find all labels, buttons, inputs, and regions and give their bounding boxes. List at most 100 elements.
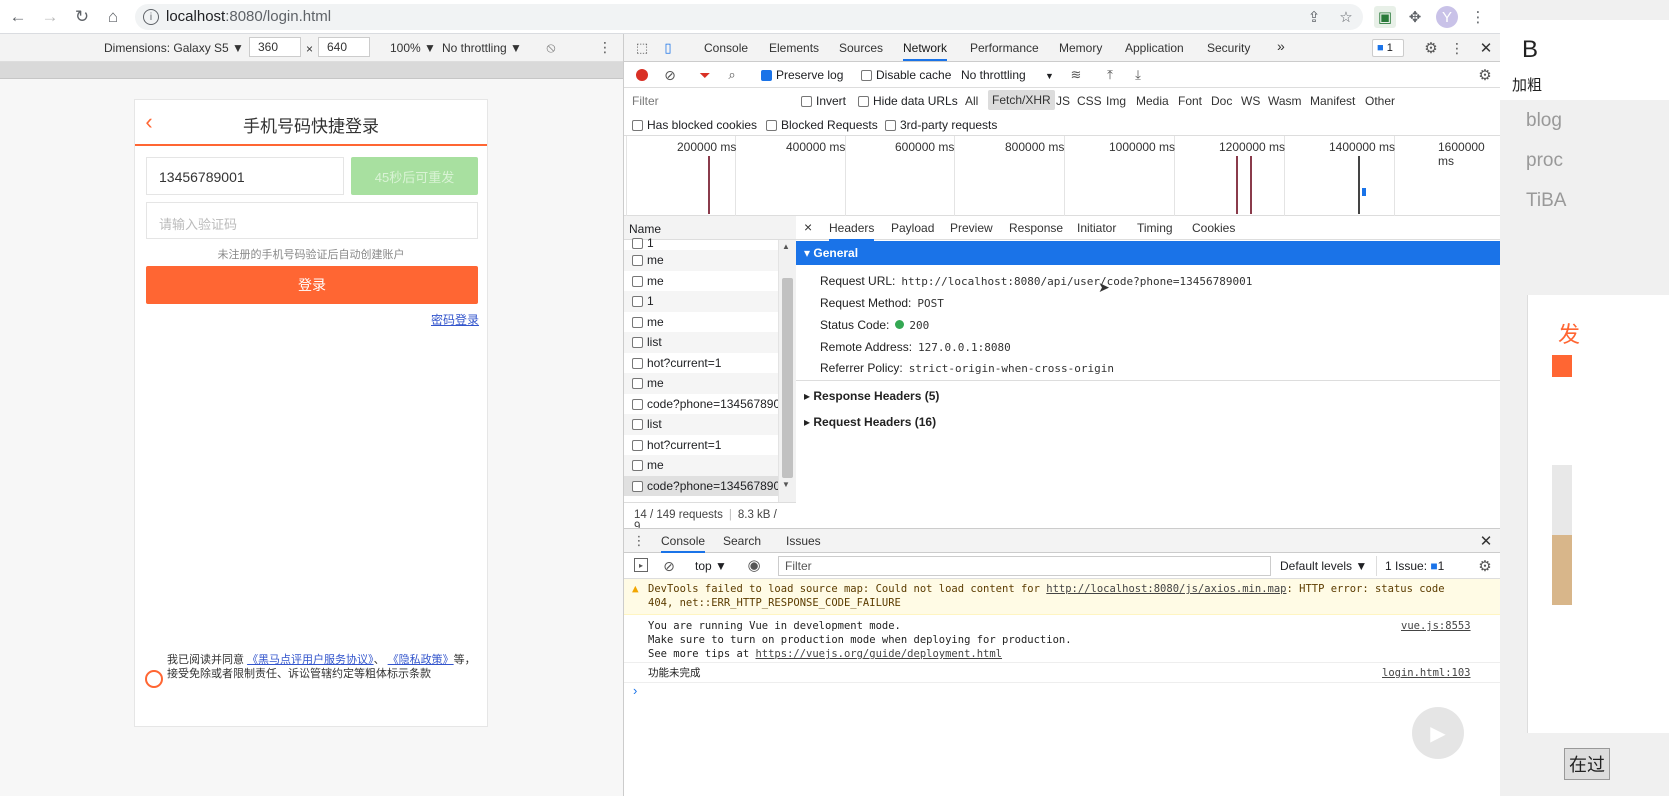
extension-icon[interactable]: ▣ (1374, 6, 1396, 28)
drawer-tab-search[interactable]: Search (723, 534, 761, 548)
more-tabs-icon[interactable]: » (1277, 38, 1285, 54)
tab-cookies[interactable]: Cookies (1192, 221, 1235, 235)
export-har-icon[interactable]: ⤓ (1130, 66, 1146, 84)
response-headers-section[interactable]: ▸ Response Headers (5) (804, 389, 939, 403)
drawer-tab-issues[interactable]: Issues (786, 534, 821, 548)
third-party-checkbox[interactable]: 3rd-party requests (885, 118, 997, 132)
login-button[interactable]: 登录 (146, 266, 478, 304)
scroll-down-icon[interactable]: ▼ (782, 480, 790, 489)
puzzle-icon[interactable]: ✥ (1404, 6, 1426, 28)
list-item[interactable]: code?phone=13456789001 (624, 394, 778, 415)
log-source-link[interactable]: login.html:103 (1382, 666, 1471, 680)
scrollbar-thumb[interactable] (782, 278, 793, 478)
device-width-input[interactable]: 360 (249, 37, 301, 57)
list-item[interactable]: hot?current=1 (624, 435, 778, 456)
agree-radio[interactable] (145, 670, 163, 688)
list-item[interactable]: me (624, 250, 778, 271)
service-agreement-link[interactable]: 《黑马点评用户服务协议》 (247, 654, 374, 666)
privacy-policy-link[interactable]: 《隐私政策》 (388, 654, 454, 666)
type-other[interactable]: Other (1365, 94, 1395, 108)
profile-avatar[interactable]: Y (1436, 6, 1458, 28)
list-item[interactable]: me (624, 373, 778, 394)
drawer-menu-icon[interactable]: ⋮ (633, 533, 646, 549)
reload-icon[interactable]: ↻ (70, 5, 94, 29)
type-fetch-xhr[interactable]: Fetch/XHR (988, 90, 1055, 110)
list-item[interactable]: me (624, 455, 778, 476)
console-prompt[interactable]: › (633, 683, 637, 698)
type-media[interactable]: Media (1136, 94, 1169, 108)
tab-initiator[interactable]: Initiator (1077, 221, 1116, 235)
type-doc[interactable]: Doc (1211, 94, 1232, 108)
share-icon[interactable]: ⇪ (1303, 6, 1325, 28)
list-item[interactable]: 1 (624, 291, 778, 312)
device-toggle-icon[interactable]: ▯ (660, 39, 676, 57)
tab-application[interactable]: Application (1125, 41, 1184, 55)
tab-sources[interactable]: Sources (839, 41, 883, 55)
list-item[interactable]: list (624, 332, 778, 353)
zoom-select[interactable]: 100% ▼ (390, 41, 436, 55)
request-list-scrollbar[interactable]: ▲ ▼ (778, 240, 796, 502)
type-ws[interactable]: WS (1241, 94, 1260, 108)
bold-icon[interactable]: B (1522, 36, 1538, 64)
type-css[interactable]: CSS (1077, 94, 1102, 108)
invert-checkbox[interactable]: Invert (801, 94, 846, 108)
drawer-tab-console[interactable]: Console (661, 534, 706, 553)
video-play-icon[interactable]: ▶ (1412, 707, 1464, 759)
console-settings-icon[interactable]: ⚙ (1476, 557, 1494, 575)
devtools-menu-icon[interactable]: ⋮ (1450, 39, 1464, 57)
search-icon[interactable]: ⌕ (724, 66, 740, 84)
tab-response[interactable]: Response (1009, 221, 1063, 235)
warning-link[interactable]: http://localhost:8080/js/axios.min.map (1046, 583, 1286, 595)
disable-cache-checkbox[interactable]: Disable cache (861, 68, 951, 82)
resend-code-button[interactable]: 45秒后可重发 (351, 157, 478, 195)
filter-funnel-icon[interactable]: ⏷ (697, 66, 713, 84)
tab-memory[interactable]: Memory (1059, 41, 1102, 55)
tab-headers[interactable]: Headers (829, 221, 875, 241)
list-item[interactable]: list (624, 414, 778, 435)
context-select[interactable]: top ▼ (695, 559, 727, 573)
log-levels-select[interactable]: Default levels ▼ (1280, 559, 1367, 573)
tab-security[interactable]: Security (1207, 41, 1250, 55)
clear-console-icon[interactable]: ⊘ (661, 557, 677, 575)
info-icon[interactable]: i (143, 9, 159, 25)
close-drawer-icon[interactable]: ✕ (1478, 532, 1494, 550)
type-all[interactable]: All (965, 94, 978, 108)
tab-preview[interactable]: Preview (950, 221, 993, 235)
forward-arrow-icon[interactable]: → (38, 5, 62, 29)
type-js[interactable]: JS (1056, 94, 1070, 108)
inspect-element-icon[interactable]: ⬚ (634, 40, 650, 56)
hide-data-urls-checkbox[interactable]: Hide data URLs (858, 94, 958, 108)
device-menu-icon[interactable]: ⋮ (598, 39, 612, 55)
has-blocked-cookies-checkbox[interactable]: Has blocked cookies (632, 118, 757, 132)
network-settings-icon[interactable]: ⚙ (1476, 66, 1494, 84)
preserve-log-checkbox[interactable]: Preserve log (761, 68, 843, 82)
type-img[interactable]: Img (1106, 94, 1126, 108)
network-filter-input[interactable]: Filter (632, 94, 790, 108)
device-select[interactable]: Dimensions: Galaxy S5 ▼ (104, 41, 244, 55)
list-item[interactable]: me (624, 271, 778, 292)
verification-code-input[interactable]: 请输入验证码 (146, 202, 478, 239)
vue-docs-link[interactable]: https://vuejs.org/guide/deployment.html (755, 648, 1002, 660)
tab-performance[interactable]: Performance (970, 41, 1039, 55)
console-issues-button[interactable]: 1 Issue: ■1 (1376, 556, 1452, 576)
type-font[interactable]: Font (1178, 94, 1202, 108)
general-section-header[interactable]: ▾ General (796, 241, 1501, 265)
import-har-icon[interactable]: ⤒ (1102, 66, 1118, 84)
blocked-requests-checkbox[interactable]: Blocked Requests (766, 118, 878, 132)
live-expression-eye-icon[interactable]: ◉ (744, 556, 764, 574)
issues-badge[interactable]: ■ 1 (1372, 39, 1404, 57)
type-wasm[interactable]: Wasm (1268, 94, 1302, 108)
sidebar-toggle-icon[interactable]: ▸ (634, 558, 648, 572)
tab-console[interactable]: Console (704, 41, 748, 55)
close-devtools-icon[interactable]: ✕ (1478, 39, 1494, 57)
network-throttling-select[interactable]: No throttling ▼ (961, 68, 1054, 82)
network-conditions-icon[interactable]: ≋ (1067, 66, 1085, 84)
list-item[interactable]: 1 (624, 236, 778, 250)
password-login-link[interactable]: 密码登录 (431, 311, 479, 328)
list-item[interactable]: hot?current=1 (624, 353, 778, 374)
device-height-input[interactable]: 640 (318, 37, 370, 57)
rotate-icon[interactable]: ⦸ (543, 39, 559, 55)
bookmark-star-icon[interactable]: ☆ (1335, 6, 1357, 28)
clear-icon[interactable]: ⊘ (662, 66, 678, 84)
back-arrow-icon[interactable]: ← (6, 5, 30, 29)
